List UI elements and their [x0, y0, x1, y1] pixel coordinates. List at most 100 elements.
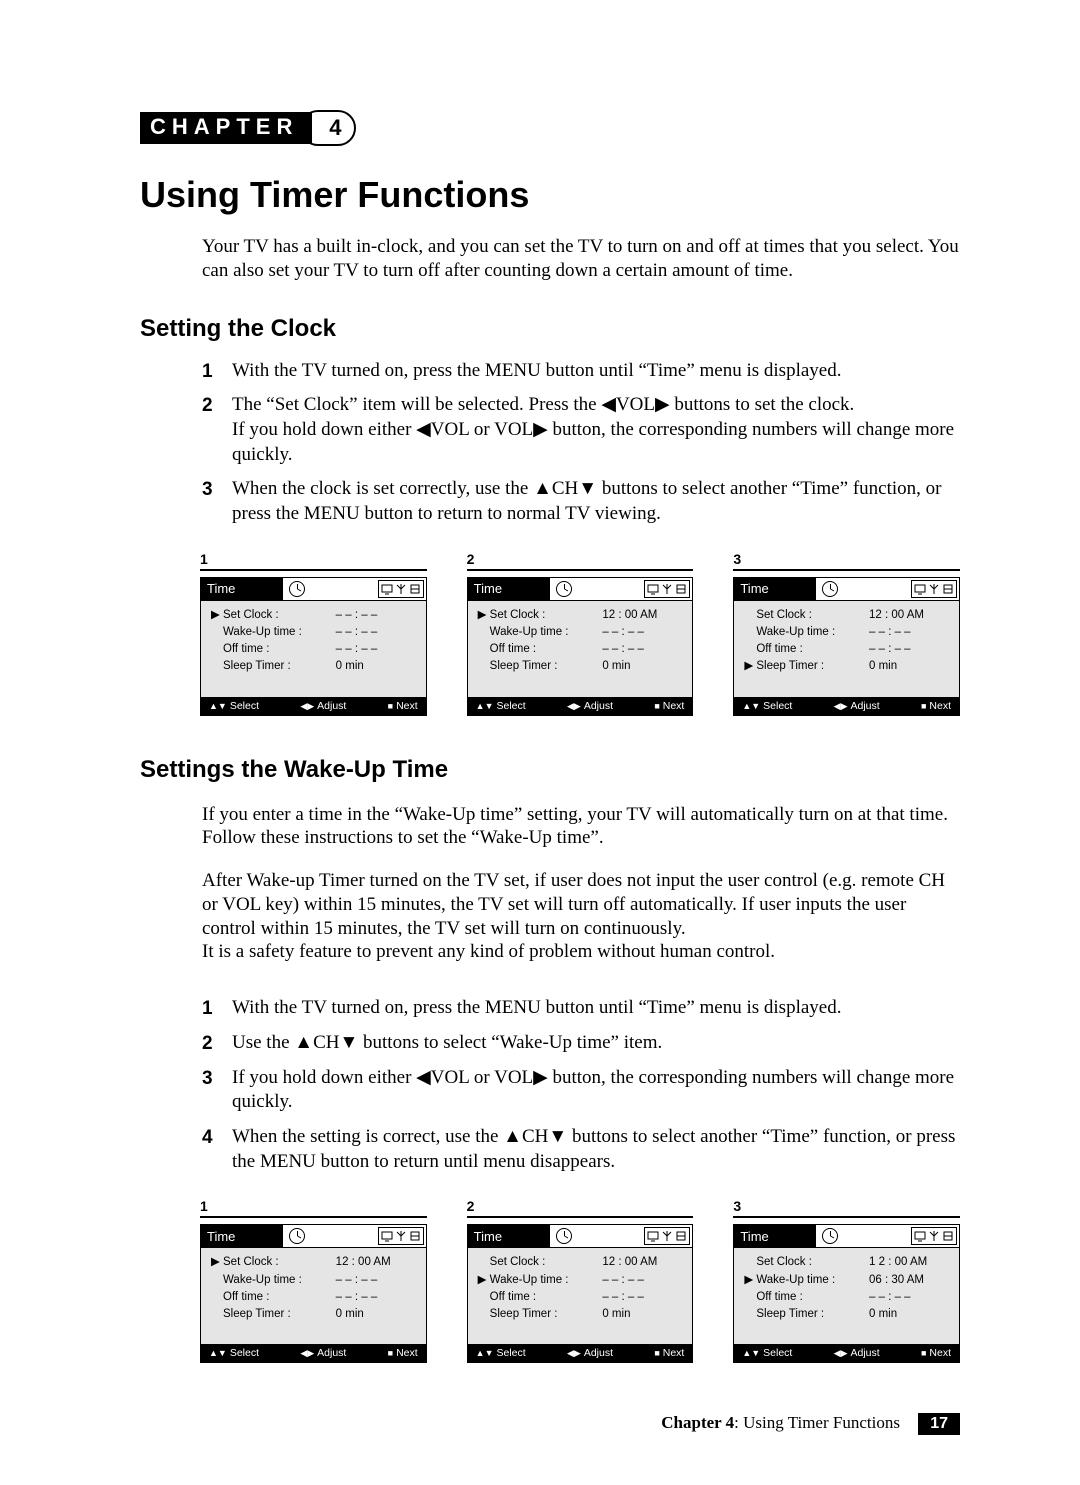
- osd-footer-next: ■Next: [388, 1347, 418, 1359]
- osd-window: Time Set Clock :12 : 00 AMWake-Up time :…: [733, 577, 960, 716]
- osd-row: ▶Wake-Up time :– – : – –: [478, 1272, 683, 1289]
- osd-title-rest: [550, 578, 693, 600]
- osd-footer-select: ▲▼Select: [209, 1347, 259, 1359]
- tv-icon: [914, 1230, 926, 1242]
- osd-row-label: Wake-Up time :: [756, 624, 869, 641]
- osd-mode-icons: [911, 1227, 957, 1245]
- osd-mode-icons: [911, 580, 957, 598]
- osd-row: Wake-Up time :– – : – –: [744, 624, 949, 641]
- wakeup-menu-row: 1Time ▶Set Clock :12 : 00 AMWake-Up time…: [200, 1198, 960, 1363]
- osd-selection-caret: [211, 641, 223, 658]
- osd-title-rest: [283, 1225, 426, 1247]
- osd-titlebar: Time: [468, 1225, 693, 1248]
- antenna-icon: [929, 583, 939, 595]
- osd-footer-adjust: ◀▶Adjust: [567, 700, 613, 712]
- step-item: The “Set Clock” item will be selected. P…: [202, 393, 960, 467]
- settings-icon: [675, 583, 687, 595]
- section-wakeup-heading: Settings the Wake-Up Time: [140, 756, 960, 784]
- osd-row-value: – – : – –: [336, 624, 416, 641]
- osd-row: Wake-Up time :– – : – –: [478, 624, 683, 641]
- osd-selection-caret: [478, 1289, 490, 1306]
- osd-mode-icons: [378, 580, 424, 598]
- menu-divider: [467, 1216, 694, 1218]
- osd-row: ▶Set Clock :12 : 00 AM: [478, 607, 683, 624]
- osd-title: Time: [734, 1225, 816, 1247]
- osd-titlebar: Time: [734, 1225, 959, 1248]
- step-item: If you hold down either ◀VOL or VOL▶ but…: [202, 1066, 960, 1115]
- setting-clock-steps: With the TV turned on, press the MENU bu…: [202, 359, 960, 527]
- osd-row: Sleep Timer :0 min: [211, 1306, 416, 1323]
- tv-icon: [647, 583, 659, 595]
- osd-body: Set Clock :12 : 00 AM▶Wake-Up time :– – …: [468, 1248, 693, 1344]
- osd-selection-caret: [478, 658, 490, 675]
- osd-footer-select: ▲▼Select: [742, 1347, 792, 1359]
- menu-divider: [733, 1216, 960, 1218]
- osd-row-value: 0 min: [869, 1306, 949, 1323]
- osd-row-label: Sleep Timer :: [223, 1306, 336, 1323]
- osd-footer-adjust: ◀▶Adjust: [567, 1347, 613, 1359]
- osd-row-value: 0 min: [869, 658, 949, 675]
- osd-row: Off time :– – : – –: [478, 1289, 683, 1306]
- antenna-icon: [662, 583, 672, 595]
- menu-step-number: 2: [467, 551, 694, 567]
- step-item: Use the ▲CH▼ buttons to select “Wake-Up …: [202, 1031, 960, 1056]
- osd-row: Wake-Up time :– – : – –: [211, 624, 416, 641]
- osd-row: Wake-Up time :– – : – –: [211, 1272, 416, 1289]
- osd-row-value: 0 min: [336, 658, 416, 675]
- osd-body: ▶Set Clock :– – : – –Wake-Up time :– – :…: [201, 601, 426, 697]
- footer-chapter-label: Chapter 4: [661, 1413, 734, 1432]
- osd-row-label: Sleep Timer :: [756, 1306, 869, 1323]
- osd-row: Sleep Timer :0 min: [744, 1306, 949, 1323]
- osd-selection-caret: [744, 1254, 756, 1271]
- osd-row-label: Off time :: [756, 641, 869, 658]
- osd-row: ▶Set Clock :– – : – –: [211, 607, 416, 624]
- osd-selection-caret: [211, 658, 223, 675]
- step-item: When the clock is set correctly, use the…: [202, 477, 960, 526]
- osd-row: Off time :– – : – –: [744, 641, 949, 658]
- osd-body: ▶Set Clock :12 : 00 AMWake-Up time :– – …: [468, 601, 693, 697]
- settings-icon: [409, 583, 421, 595]
- menu-step-number: 3: [733, 551, 960, 567]
- osd-selection-caret: [211, 1306, 223, 1323]
- menu-divider: [200, 1216, 427, 1218]
- osd-row-value: 12 : 00 AM: [602, 607, 682, 624]
- osd-title: Time: [201, 578, 283, 600]
- osd-row-value: 0 min: [602, 1306, 682, 1323]
- antenna-icon: [929, 1230, 939, 1242]
- osd-row: ▶Wake-Up time :06 : 30 AM: [744, 1272, 949, 1289]
- osd-selection-caret: [478, 1254, 490, 1271]
- osd-selection-caret: [211, 1289, 223, 1306]
- osd-row: ▶Sleep Timer :0 min: [744, 658, 949, 675]
- osd-row-label: Off time :: [756, 1289, 869, 1306]
- osd-footer: ▲▼Select◀▶Adjust■Next: [468, 697, 693, 715]
- footer-chapter-title: : Using Timer Functions: [734, 1413, 900, 1432]
- osd-row: Sleep Timer :0 min: [478, 1306, 683, 1323]
- osd-row-label: Wake-Up time :: [490, 1272, 603, 1289]
- osd-window: Time ▶Set Clock :12 : 00 AMWake-Up time …: [200, 1224, 427, 1363]
- osd-menu-block: 2Time Set Clock :12 : 00 AM▶Wake-Up time…: [467, 1198, 694, 1363]
- section-setting-clock-heading: Setting the Clock: [140, 315, 960, 343]
- page-title: Using Timer Functions: [140, 174, 960, 216]
- clock-icon: [556, 1228, 572, 1244]
- wakeup-paragraph-1: If you enter a time in the “Wake-Up time…: [202, 803, 960, 851]
- osd-selection-caret: ▶: [744, 658, 756, 675]
- osd-row-value: 0 min: [602, 658, 682, 675]
- clock-icon: [822, 1228, 838, 1244]
- footer-page-number: 17: [918, 1413, 960, 1435]
- osd-selection-caret: [744, 1306, 756, 1323]
- osd-selection-caret: ▶: [744, 1272, 756, 1289]
- osd-selection-caret: [744, 1289, 756, 1306]
- osd-footer-next: ■Next: [654, 700, 684, 712]
- osd-row-label: Wake-Up time :: [223, 1272, 336, 1289]
- osd-mode-icons: [644, 1227, 690, 1245]
- osd-row-value: 1 2 : 00 AM: [869, 1254, 949, 1271]
- osd-footer: ▲▼Select◀▶Adjust■Next: [734, 1344, 959, 1362]
- osd-selection-caret: [478, 624, 490, 641]
- osd-window: Time Set Clock :1 2 : 00 AM▶Wake-Up time…: [733, 1224, 960, 1363]
- step-item: With the TV turned on, press the MENU bu…: [202, 359, 960, 384]
- osd-selection-caret: [211, 624, 223, 641]
- settings-icon: [409, 1230, 421, 1242]
- menu-divider: [733, 569, 960, 571]
- osd-selection-caret: ▶: [478, 1272, 490, 1289]
- menu-divider: [200, 569, 427, 571]
